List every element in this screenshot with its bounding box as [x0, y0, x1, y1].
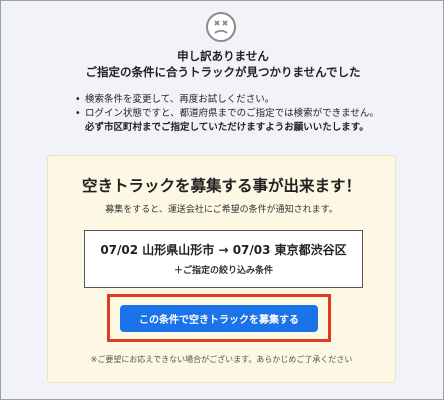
search-tip-item: 検索条件を変更して、再度お試しください。: [75, 93, 379, 107]
search-tip-note: 必ず市区町村までご指定していただけますようお願いいたします。: [85, 122, 369, 133]
recruit-footnote: ※ご要望にお応えできない場合がございます。あらかじめご了承ください: [90, 355, 353, 364]
page-frame: 申し訳ありません ご指定の条件に合うトラックが見つかりませんでした 検索条件を変…: [0, 0, 444, 400]
recruit-panel: 空きトラックを募集する事が出来ます！ 募集をすると、運送会社にご希望の条件が通知…: [47, 155, 396, 383]
no-result-title: 申し訳ありません: [177, 49, 269, 63]
button-highlight-frame: この条件で空きトラックを募集する: [107, 294, 331, 342]
no-result-subtitle: ご指定の条件に合うトラックが見つかりませんでした: [85, 65, 361, 79]
route-filter-note: ＋ご指定の絞り込み条件: [173, 266, 273, 276]
sad-face-icon: [206, 12, 236, 42]
route-summary: 07/02 山形県山形市 → 07/03 東京都渋谷区: [100, 243, 347, 257]
search-tips-list: 検索条件を変更して、再度お試しください。 ログイン状態ですと、都道府県までのご指…: [75, 93, 379, 135]
recruit-panel-description: 募集をすると、運送会社にご希望の条件が通知されます。: [105, 205, 338, 215]
recruit-panel-title: 空きトラックを募集する事が出来ます！: [81, 177, 361, 195]
route-summary-box: 07/02 山形県山形市 → 07/03 東京都渋谷区 ＋ご指定の絞り込み条件: [84, 230, 363, 288]
search-tip-item: ログイン状態ですと、都道府県までのご指定では検索ができません。: [75, 107, 379, 121]
recruit-truck-button[interactable]: この条件で空きトラックを募集する: [120, 305, 318, 332]
